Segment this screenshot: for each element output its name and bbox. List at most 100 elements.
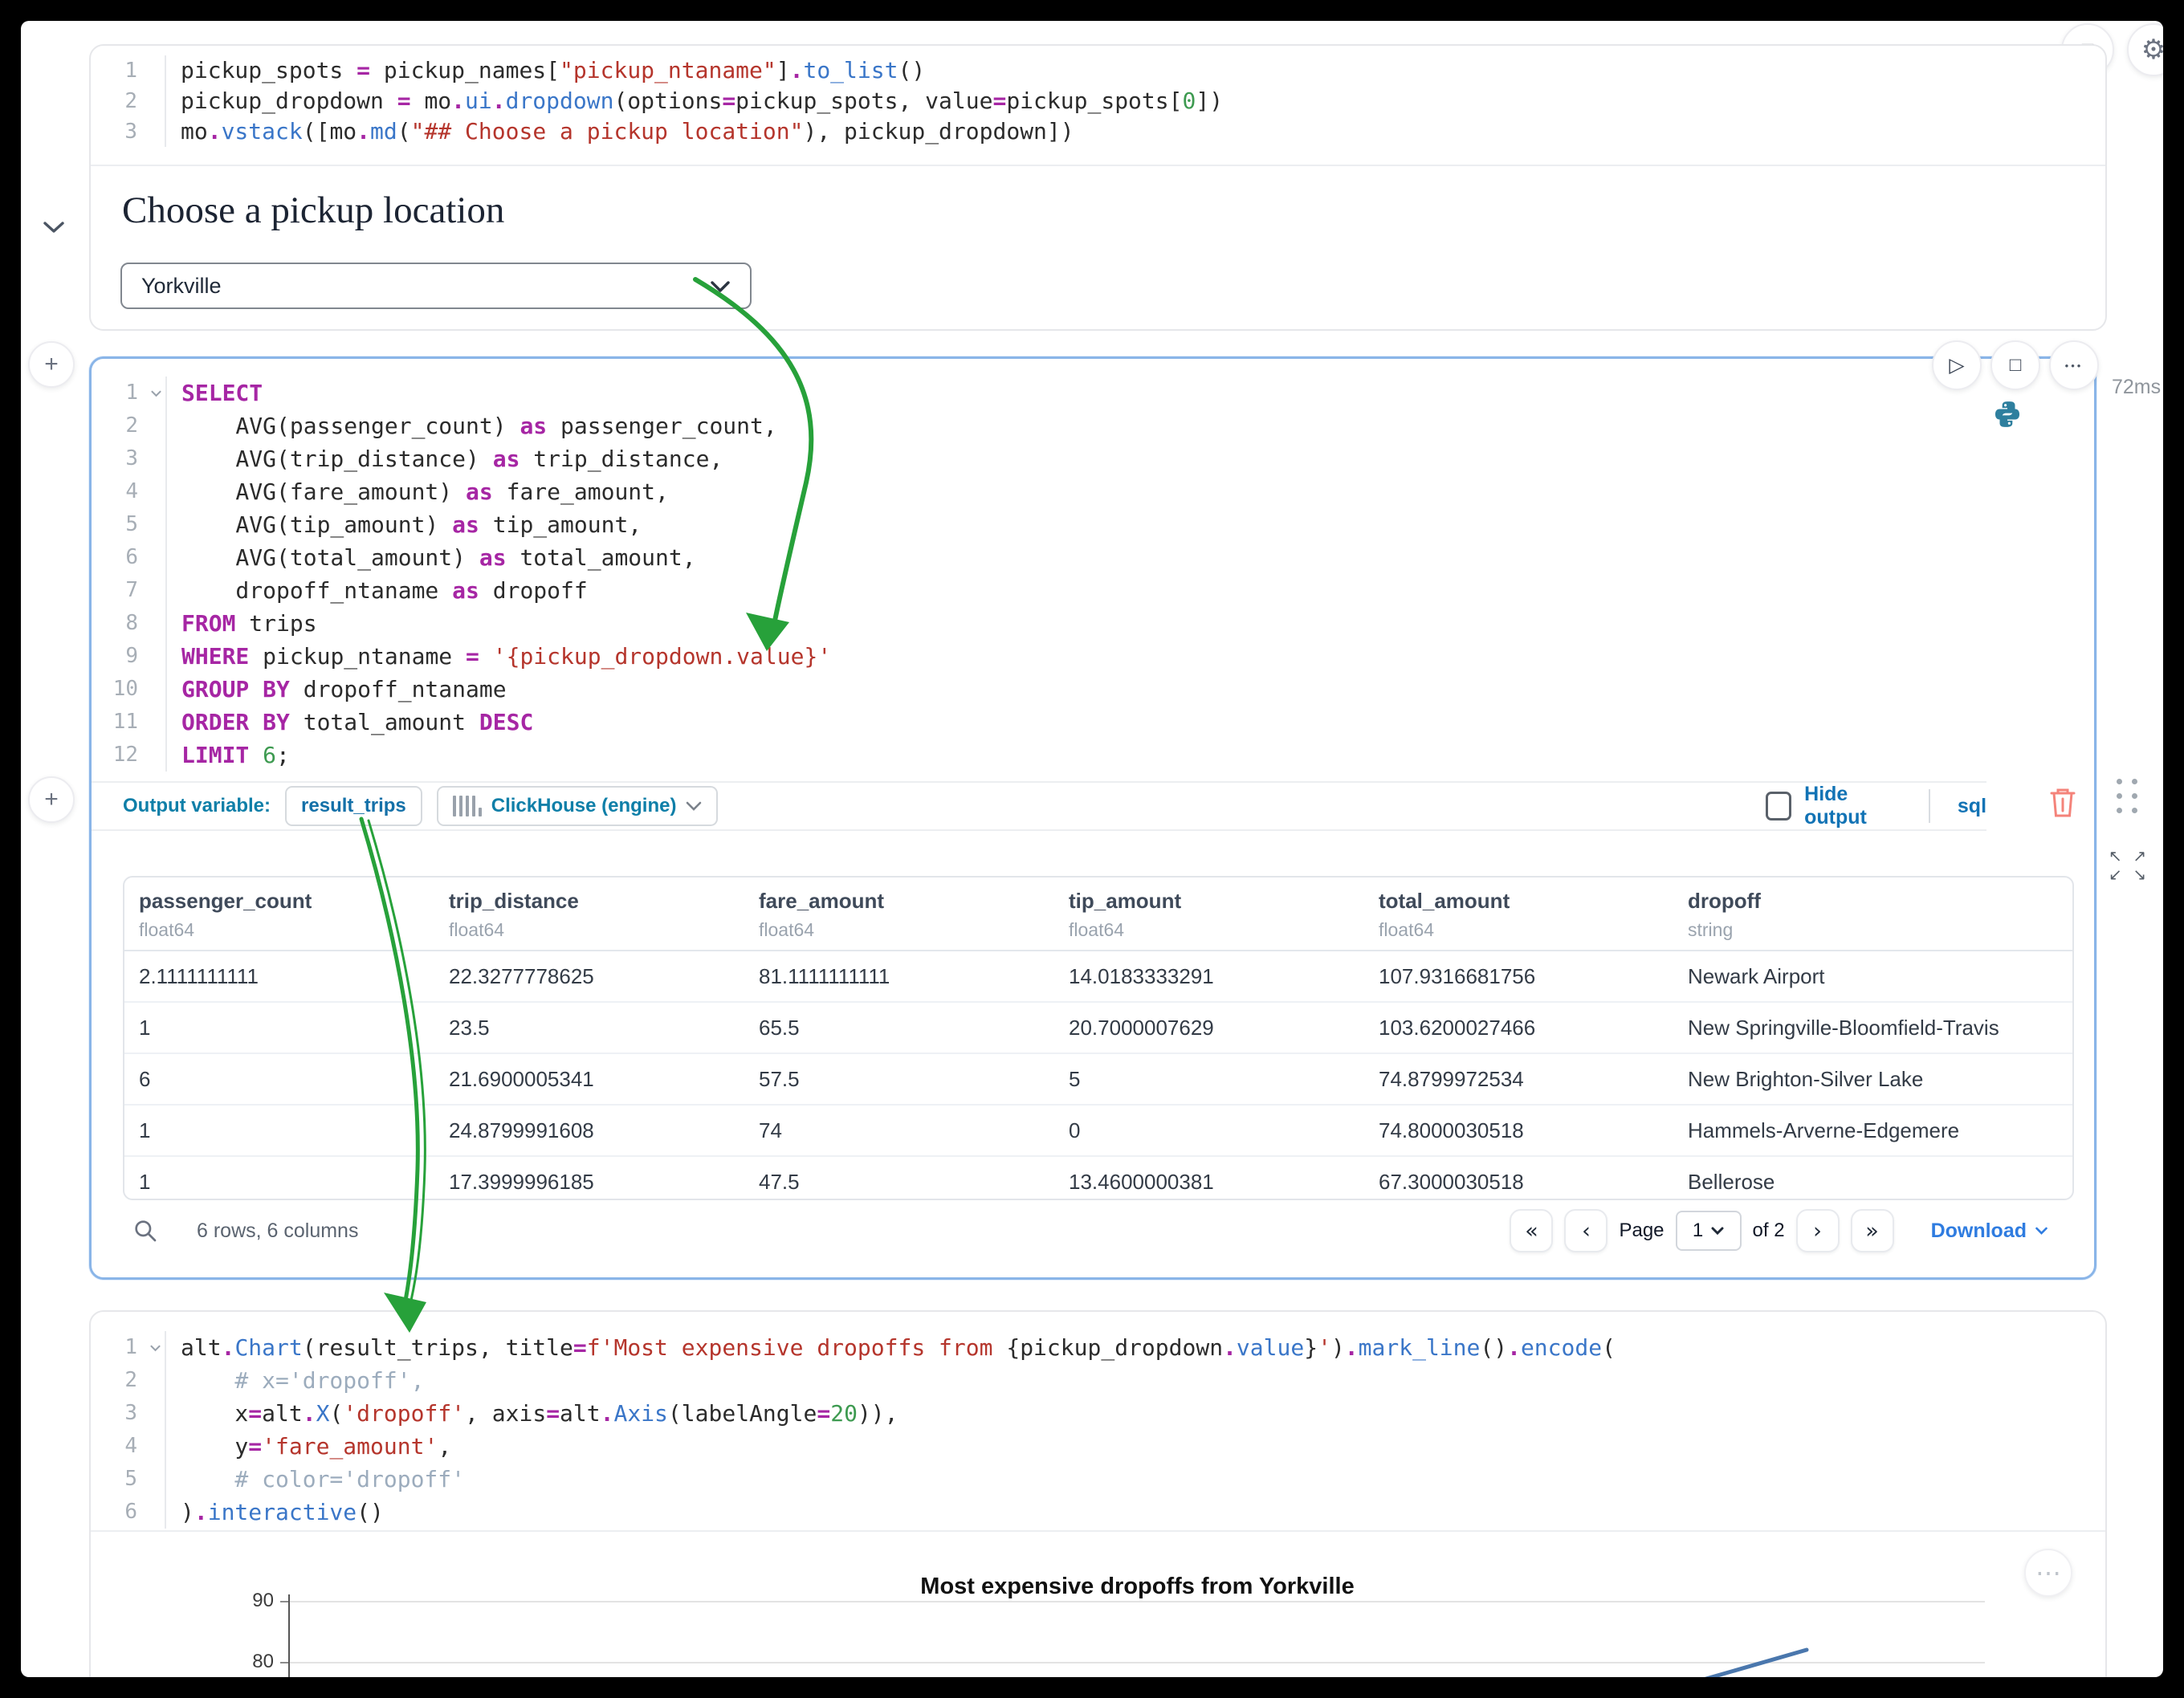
notebook-page: ≡ ⚙ 1pickup_spots = pickup_names["pickup…: [21, 21, 2163, 1677]
gridline: [290, 1662, 1985, 1663]
python-logo-icon: [1992, 399, 2023, 430]
md-heading: Choose a pickup location: [122, 189, 504, 232]
fold-gutter: [146, 475, 165, 508]
cell-more-button[interactable]: •••: [2049, 340, 2099, 390]
first-page-button[interactable]: «: [1510, 1209, 1553, 1252]
stop-cell-button[interactable]: □: [1990, 340, 2040, 390]
cell-chart: 1alt.Chart(result_trips, title=f'Most ex…: [89, 1310, 2107, 1677]
fold-chevron-icon[interactable]: [146, 377, 165, 409]
table-cell: 65.5: [744, 1016, 1054, 1040]
cell-sql: 1SELECT2 AVG(passenger_count) as passeng…: [89, 356, 2096, 1280]
table-cell: 14.0183333291: [1054, 964, 1364, 989]
column-header[interactable]: trip_distancefloat64: [434, 878, 744, 950]
cell-run-duration: 72ms: [2112, 376, 2161, 399]
next-page-button[interactable]: ›: [1796, 1209, 1840, 1252]
column-header[interactable]: passenger_countfloat64: [124, 878, 434, 950]
line-number: 2: [92, 409, 146, 442]
table-row[interactable]: 124.879999160874074.8000030518Hammels-Ar…: [124, 1104, 2072, 1155]
output-variable-pill[interactable]: result_trips: [285, 786, 422, 826]
prev-page-icon: ‹: [1582, 1219, 1591, 1244]
code-text: LIMIT 6;: [165, 739, 290, 772]
sql-footer-bar: Output variable: result_trips ClickHouse…: [92, 781, 1986, 831]
add-cell-above-button[interactable]: +: [28, 341, 75, 388]
fold-gutter: [146, 409, 165, 442]
add-cell-below-button[interactable]: +: [28, 776, 75, 823]
column-type: float64: [1069, 919, 1364, 941]
result-table: passenger_countfloat64trip_distancefloat…: [123, 876, 2074, 1200]
table-cell: 21.6900005341: [434, 1067, 744, 1092]
table-cell: 1: [124, 1016, 434, 1040]
output-variable-label: Output variable:: [123, 795, 271, 817]
ellipsis-icon: ⋯: [2035, 1558, 2061, 1588]
download-button[interactable]: Download: [1926, 1219, 2053, 1244]
delete-cell-button[interactable]: [2045, 784, 2080, 823]
table-cell: 74.8799972534: [1364, 1067, 1673, 1092]
code-line: 5 # color='dropoff': [91, 1463, 2057, 1496]
drag-handle-icon[interactable]: [2117, 779, 2138, 813]
search-icon: [132, 1218, 158, 1244]
column-header[interactable]: total_amountfloat64: [1364, 878, 1673, 950]
run-cell-button[interactable]: ▷: [1932, 340, 1982, 390]
column-name: fare_amount: [759, 889, 1054, 914]
fold-gutter: [145, 1463, 165, 1496]
code-line: 6 AVG(total_amount) as total_amount,: [92, 541, 2046, 574]
table-cell: 13.4600000381: [1054, 1170, 1364, 1195]
gridline: [290, 1601, 1985, 1602]
table-cell: 47.5: [744, 1170, 1054, 1195]
chart-options-button[interactable]: ⋯: [2024, 1549, 2072, 1597]
column-header[interactable]: dropoffstring: [1673, 878, 2072, 950]
pickup-dropdown[interactable]: Yorkville: [120, 263, 752, 309]
code-text: ).interactive(): [165, 1496, 384, 1529]
output-variable-name: result_trips: [301, 795, 406, 817]
engine-label: ClickHouse (engine): [491, 795, 677, 817]
engine-selector[interactable]: ClickHouse (engine): [437, 786, 719, 826]
code-line: 2 AVG(passenger_count) as passenger_coun…: [92, 409, 2046, 442]
table-body: 2.111111111122.327777862581.111111111114…: [124, 951, 2072, 1200]
prev-page-button[interactable]: ‹: [1564, 1209, 1607, 1252]
expand-icon-bottom: ↙ ↘: [2109, 866, 2149, 884]
code-text: alt.Chart(result_trips, title=f'Most exp…: [165, 1331, 1616, 1364]
hide-output-group: Hide output sql: [1766, 783, 1986, 829]
sql-code-editor[interactable]: 1SELECT2 AVG(passenger_count) as passeng…: [92, 377, 2046, 772]
column-header[interactable]: tip_amountfloat64: [1054, 878, 1364, 950]
hide-output-label[interactable]: Hide output: [1804, 783, 1901, 829]
fold-gutter: [145, 55, 165, 86]
cell1-code-editor[interactable]: 1pickup_spots = pickup_names["pickup_nta…: [91, 55, 2057, 147]
plus-icon: +: [44, 351, 59, 378]
line-number: 12: [92, 739, 146, 772]
fold-chevron-icon[interactable]: [145, 1331, 165, 1364]
table-row[interactable]: 117.399999618547.513.460000038167.300003…: [124, 1155, 2072, 1200]
table-footer: 6 rows, 6 columns « ‹ Page 1 of 2 › » Do…: [123, 1208, 2074, 1253]
last-page-icon: »: [1865, 1219, 1879, 1244]
fold-gutter: [145, 86, 165, 116]
code-text: y='fare_amount',: [165, 1430, 451, 1463]
table-row[interactable]: 123.565.520.7000007629103.6200027466New …: [124, 1001, 2072, 1053]
page-select[interactable]: 1: [1676, 1211, 1742, 1251]
search-button[interactable]: [132, 1218, 158, 1244]
code-line: 8FROM trips: [92, 607, 2046, 640]
table-cell: 57.5: [744, 1067, 1054, 1092]
column-header[interactable]: fare_amountfloat64: [744, 878, 1054, 950]
line-number: 5: [92, 508, 146, 541]
cell1-separator: [91, 165, 2105, 166]
collapse-cell-icon[interactable]: [42, 220, 66, 238]
hide-output-checkbox[interactable]: [1766, 792, 1791, 820]
settings-button[interactable]: ⚙: [2127, 23, 2163, 76]
language-label[interactable]: sql: [1958, 795, 1986, 818]
page-of-label: of 2: [1753, 1220, 1785, 1242]
table-cell: 81.1111111111: [744, 964, 1054, 989]
expand-cell-icon[interactable]: ↖ ↗↙ ↘: [2109, 848, 2149, 885]
column-type: float64: [449, 919, 744, 941]
code-line: 2 # x='dropoff',: [91, 1364, 2057, 1397]
chart-code-editor[interactable]: 1alt.Chart(result_trips, title=f'Most ex…: [91, 1331, 2057, 1529]
column-type: string: [1688, 919, 2072, 941]
last-page-button[interactable]: »: [1851, 1209, 1894, 1252]
table-row[interactable]: 2.111111111122.327777862581.111111111114…: [124, 951, 2072, 1001]
table-row[interactable]: 621.690000534157.5574.8799972534New Brig…: [124, 1053, 2072, 1104]
column-name: passenger_count: [139, 889, 434, 914]
code-line: 3 x=alt.X('dropoff', axis=alt.Axis(label…: [91, 1397, 2057, 1430]
y-axis-tick-label: 80: [203, 1651, 274, 1673]
table-cell: 74: [744, 1118, 1054, 1143]
first-page-icon: «: [1525, 1219, 1538, 1244]
column-name: total_amount: [1379, 889, 1673, 914]
